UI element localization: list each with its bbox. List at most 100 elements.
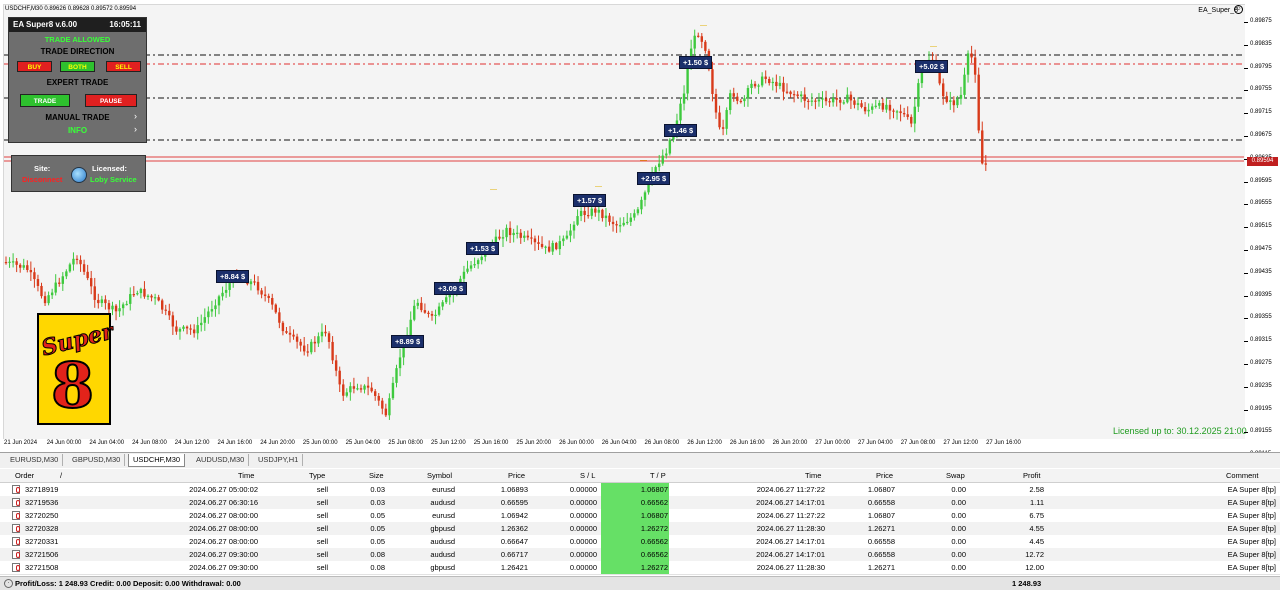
candle-body — [636, 209, 640, 214]
col-profit[interactable]: Profit — [1023, 471, 1041, 480]
price-axis-label: 0.89195 — [1250, 405, 1272, 412]
time-axis-label: 27 Jun 00:00 — [815, 440, 850, 446]
col-type[interactable]: Type — [309, 471, 325, 480]
tab-eurusd[interactable]: EURUSD,M30 — [6, 454, 64, 466]
tab-usdjpy[interactable]: USDJPY,H1 — [254, 454, 304, 466]
trade-button[interactable]: TRADE — [20, 94, 70, 107]
candle-body — [714, 94, 718, 113]
candle-body — [47, 295, 50, 304]
candle-body — [817, 99, 821, 102]
smiley-icon[interactable]: ☺ — [1234, 5, 1243, 14]
cell-profit: 12.00 — [1025, 563, 1044, 572]
col-time[interactable]: Time — [238, 471, 254, 480]
table-row[interactable]: 32721508 2024.06.27 09:30:00 sell 0.08 gbpus… — [0, 561, 1280, 575]
candle-body — [679, 103, 682, 121]
cell-close-price: 1.06807 — [867, 511, 895, 520]
candle-body — [381, 400, 384, 409]
candle-body — [981, 130, 984, 164]
candlestick-chart: — — — — — — [4, 22, 1244, 420]
price-axis-tick — [1244, 295, 1248, 297]
candle-body — [821, 98, 824, 100]
cell-close-time: 2024.06.27 14:17:01 — [756, 550, 825, 559]
candle-body — [391, 382, 395, 399]
tab-audusd[interactable]: AUDUSD,M30 — [192, 454, 250, 466]
tab-gbpusd[interactable]: GBPUSD,M30 — [68, 454, 126, 466]
col-close-price[interactable]: Price — [876, 471, 893, 480]
ea-control-panel: EA Super8 v.6.00 16:05:11 TRADE ALLOWED … — [8, 17, 147, 143]
candle-body — [15, 261, 18, 265]
candle-body — [530, 237, 533, 239]
candle-body — [171, 315, 175, 327]
cell-type: sell — [316, 537, 328, 546]
candle-body — [476, 260, 480, 265]
candle-body — [271, 298, 274, 305]
table-row[interactable]: 32718919 2024.06.27 05:00:02 sell 0.03 eurus… — [0, 483, 1280, 497]
cell-order: 32719536 — [25, 498, 59, 507]
candle-body — [157, 297, 160, 301]
site-label: Site: — [34, 164, 51, 173]
candle-body — [668, 139, 672, 154]
both-button[interactable]: BOTH — [60, 61, 95, 72]
sell-button[interactable]: SELL — [106, 61, 141, 72]
candle-body — [906, 114, 909, 117]
col-swap[interactable]: Swap — [946, 471, 965, 480]
candle-body — [93, 286, 96, 300]
col-close-time[interactable]: Time — [805, 471, 821, 480]
table-row[interactable]: 32721506 2024.06.27 09:30:00 sell 0.08 audus… — [0, 548, 1280, 562]
time-axis-label: 25 Jun 16:00 — [473, 440, 509, 446]
cell-price: 1.26362 — [500, 524, 528, 533]
price-axis-tick — [1244, 227, 1248, 229]
chevron-right-icon[interactable]: › — [134, 124, 137, 134]
col-price[interactable]: Price — [508, 471, 525, 480]
buy-button[interactable]: BUY — [17, 61, 52, 72]
trade-profit-label: +2.95 $ — [637, 172, 671, 185]
col-size[interactable]: Size — [369, 471, 384, 480]
candle-body — [895, 111, 899, 113]
order-icon — [12, 550, 20, 559]
chart-symbol-label: USDCHF,M30 0.89626 0.89628 0.89572 0.895… — [5, 6, 137, 12]
candle-body — [221, 292, 224, 297]
cell-close-time: 2024.06.27 11:27:22 — [756, 485, 825, 494]
candle-body — [739, 100, 743, 103]
candle-body — [973, 57, 977, 75]
table-row[interactable]: 32720331 2024.06.27 08:00:00 sell 0.05 audus… — [0, 535, 1280, 549]
candle-body — [913, 106, 916, 124]
order-icon — [12, 485, 20, 494]
sort-indicator-icon[interactable]: / — [60, 471, 62, 480]
candle-body — [349, 386, 352, 393]
candle-body — [295, 336, 299, 342]
candle-body — [711, 69, 714, 95]
cell-type: sell — [316, 563, 328, 572]
time-axis-label: 26 Jun 00:00 — [559, 440, 594, 446]
manual-trade-button[interactable]: MANUAL TRADE — [9, 113, 146, 122]
col-sl[interactable]: S / L — [580, 471, 595, 480]
chart-window[interactable]: — — — — — USDCHF,M30 0.89626 0.89628 0.89572… — [0, 0, 1280, 457]
candle-body — [519, 232, 522, 238]
cell-swap: 0.00 — [951, 524, 966, 533]
time-axis-label: 25 Jun 20:00 — [516, 440, 552, 446]
col-symbol[interactable]: Symbol — [427, 471, 452, 480]
candle-body — [878, 102, 881, 106]
candle-body — [366, 385, 370, 388]
price-axis-tick — [1244, 67, 1248, 69]
table-row[interactable]: 32720250 2024.06.27 08:00:00 sell 0.05 eurus… — [0, 509, 1280, 523]
col-tp[interactable]: T / P — [650, 471, 666, 480]
candle-body — [736, 96, 739, 101]
time-axis-label: 24 Jun 20:00 — [260, 440, 295, 446]
price-axis-tick — [1244, 386, 1248, 388]
time-axis-label: 27 Jun 16:00 — [986, 440, 1021, 446]
tab-usdchf[interactable]: USDCHF,M30 — [128, 454, 186, 467]
candle-body — [260, 290, 263, 295]
pause-button[interactable]: PAUSE — [85, 94, 137, 107]
candle-body — [949, 100, 952, 102]
info-button[interactable]: INFO — [9, 126, 146, 135]
candle-body — [445, 297, 448, 303]
candle-body — [629, 217, 632, 222]
col-order[interactable]: Order — [15, 471, 34, 480]
col-comment[interactable]: Comment — [1226, 471, 1259, 480]
table-row[interactable]: 32720328 2024.06.27 08:00:00 sell 0.05 gbpus… — [0, 522, 1280, 536]
table-row[interactable]: 32719536 2024.06.27 06:30:16 sell 0.03 audus… — [0, 496, 1280, 510]
chevron-right-icon[interactable]: › — [134, 111, 137, 121]
candle-body — [22, 265, 25, 268]
candle-body — [984, 163, 987, 165]
